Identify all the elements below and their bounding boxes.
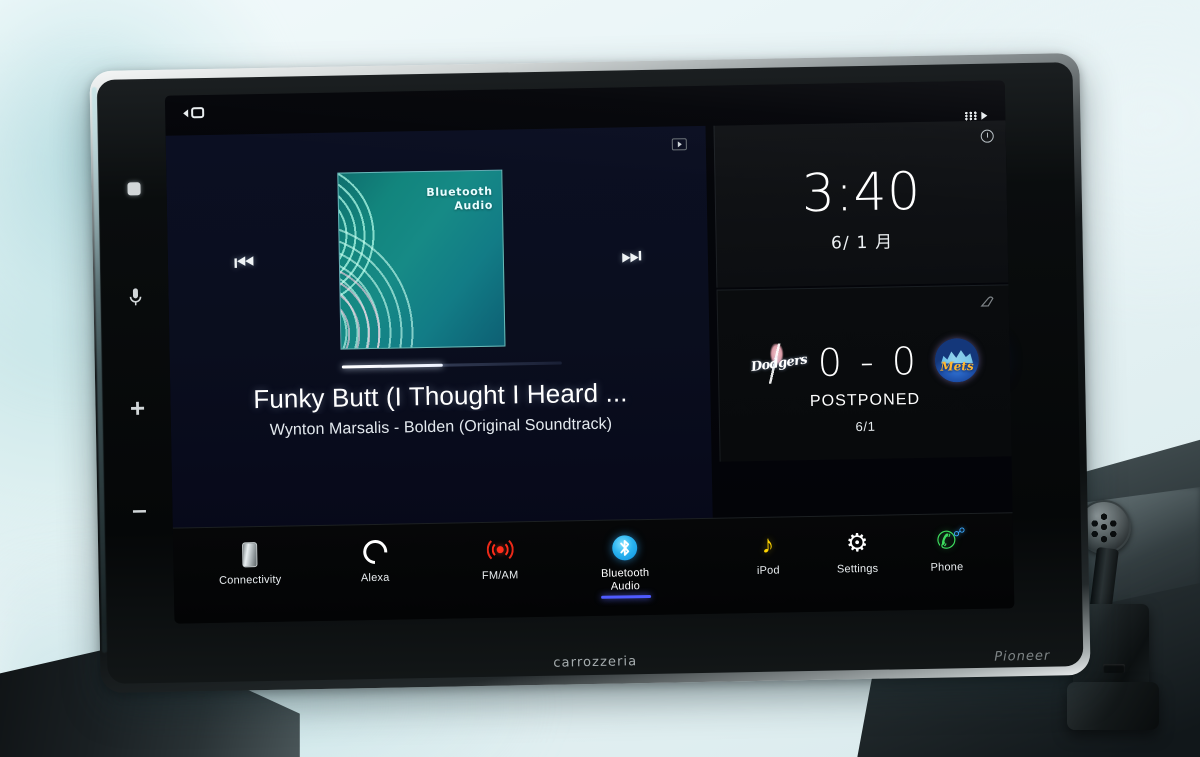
smartphone-icon [242,541,258,567]
app-grid-icon [964,110,978,122]
phone-handset-icon: ✆ ☍ [936,525,965,555]
volume-down-key[interactable] [131,508,147,514]
album-artwork: Bluetooth Audio [337,169,506,350]
sports-score-widget[interactable]: 0 - 0 POSTPONED 6/1 [716,284,1012,462]
now-playing-panel[interactable]: Bluetooth Audio ⏮ ⏭ Funky Butt (I Though… [165,125,713,536]
bluetooth-icon [611,534,638,561]
microphone-clip-notch [1103,664,1125,673]
back-arrow-icon [183,108,189,117]
minus-icon [132,509,146,513]
album-art-line2: Audio [454,198,494,213]
nav-item-bluetooth-audio[interactable]: Bluetooth Audio [562,527,688,599]
nav-group-right: ♪ iPod ⚙ Settings ✆ ☍ Phone [723,522,992,579]
active-tab-underline [600,594,651,599]
clock-widget[interactable]: 3:40 6/ 1 月 [713,120,1009,288]
next-track-button[interactable]: ⏭ [621,242,642,268]
nav-item-fm-am[interactable]: FM/AM [437,530,563,598]
track-title: Funky Butt (I Thought I Heard ... [253,377,628,415]
alexa-icon [357,535,392,569]
score-value: 0 - 0 [817,338,920,385]
home-square-icon [126,182,141,196]
nav-item-connectivity[interactable]: Connectivity [187,534,313,602]
touchscreen[interactable]: Bluetooth Audio ⏮ ⏭ Funky Butt (I Though… [164,80,1015,624]
nav-group-left: Connectivity Alexa FM/AM Bluetooth Audio [187,527,688,602]
brand-carrozzeria: carrozzeria [553,654,638,671]
nav-label-connectivity: Connectivity [218,573,282,587]
head-unit-device: carrozzeria Pioneer Bluetooth Audio ⏮ ⏭ … [89,52,1091,694]
nav-label-settings: Settings [836,562,879,576]
score-row: 0 - 0 [718,333,1010,390]
status-back-button[interactable] [183,107,205,119]
score-status: POSTPONED [809,390,921,410]
nav-label-phone: Phone [930,561,964,574]
voice-key[interactable] [128,288,142,308]
back-box-icon [191,107,205,119]
app-grid-button[interactable] [964,110,988,122]
chevron-right-icon [981,111,988,120]
bluetooth-glyph [620,539,630,556]
refresh-icon[interactable] [980,296,995,309]
clock-time: 3:40 [801,161,922,225]
plus-icon [131,401,145,415]
gear-icon: ⚙ [845,528,869,557]
nav-label-bluetooth-audio: Bluetooth Audio [600,566,650,594]
nav-item-settings[interactable]: ⚙ Settings [812,523,902,577]
score-date: 6/1 [855,418,876,435]
nav-label-ipod: iPod [756,564,780,577]
microphone-icon [129,288,142,306]
away-team-logo [934,337,980,383]
nav-label-alexa: Alexa [360,571,390,585]
clock-date: 6/ 1 月 [830,232,894,254]
playback-progress-fill [341,363,444,369]
nav-item-ipod[interactable]: ♪ iPod [723,525,813,579]
album-art-line1: Bluetooth [426,184,493,199]
play-box-icon [671,138,687,151]
music-note-icon: ♪ [761,530,775,559]
radio-waves-icon [484,535,514,564]
nav-item-phone[interactable]: ✆ ☍ Phone [901,522,991,576]
track-artist: Wynton Marsalis - Bolden (Original Sound… [269,415,613,439]
home-team-logo [749,343,803,385]
clock-icon [980,129,994,143]
side-key-column [108,130,164,581]
playback-progress-bar[interactable] [341,361,562,369]
microphone-grille [1088,511,1120,543]
volume-up-key[interactable] [129,400,145,416]
bottom-navigation-bar: Connectivity Alexa FM/AM Bluetooth Audio… [172,512,1015,624]
bluetooth-badge-icon: ☍ [953,525,966,540]
nav-label-fm-am: FM/AM [481,569,519,583]
previous-track-button[interactable]: ⏮ [234,249,255,275]
home-key[interactable] [126,182,141,196]
microphone-base [1067,682,1159,730]
album-art-source-label: Bluetooth Audio [426,185,493,214]
brand-pioneer: Pioneer [994,648,1051,665]
nav-item-alexa[interactable]: Alexa [312,532,438,600]
